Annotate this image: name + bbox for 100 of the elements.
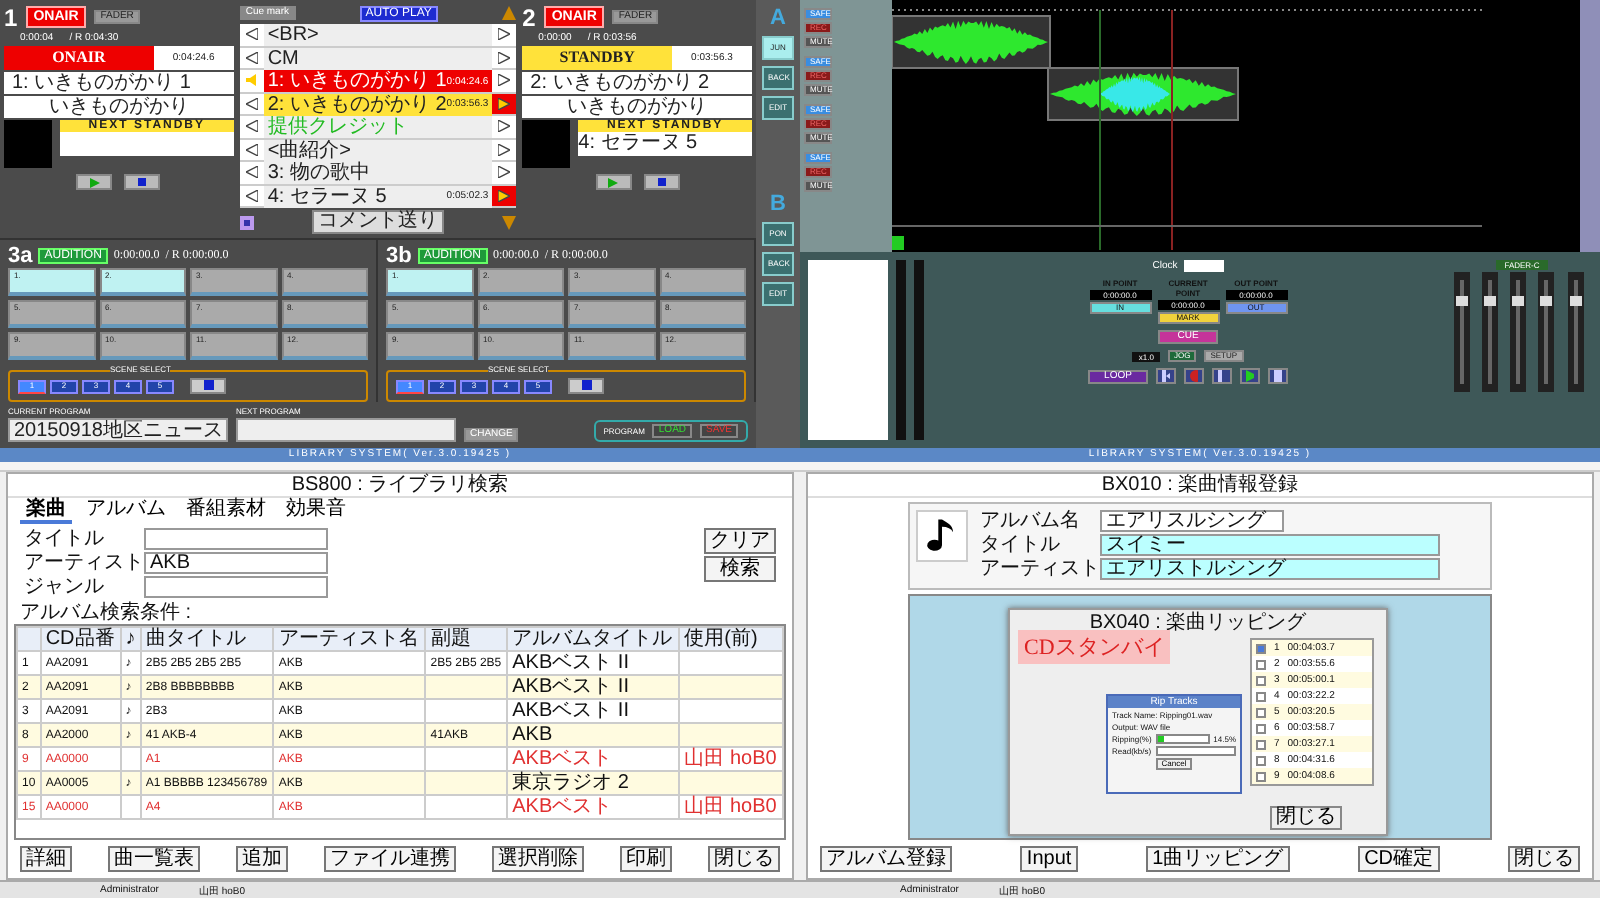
clear-button[interactable]: クリア <box>704 528 776 554</box>
track-checkbox[interactable] <box>1256 723 1266 733</box>
action-button[interactable]: 追加 <box>236 846 288 872</box>
column-header: CD品番 <box>40 627 121 651</box>
pause-icon <box>1218 370 1226 382</box>
screen-title: BS800 : ライブラリ検索 <box>291 474 509 496</box>
read-rate-field <box>1155 746 1236 756</box>
stop-icon <box>657 178 666 186</box>
transport-button[interactable] <box>1240 368 1260 384</box>
playlist-item: 3: 物の歌中 <box>267 162 370 184</box>
table-cell <box>679 771 783 795</box>
input-field[interactable] <box>144 528 328 550</box>
table-cell: AKBベスト II <box>507 675 680 699</box>
stop-button[interactable] <box>124 174 161 190</box>
search-button[interactable]: 検索 <box>704 556 776 582</box>
panel-number: 3a <box>8 243 33 267</box>
panel-number: 3b <box>386 243 412 267</box>
playlist-item: 提供クレジット <box>267 116 408 138</box>
skip-back-icon <box>1162 370 1170 382</box>
playlist-item: <BR> <box>267 24 319 46</box>
input-field[interactable]: AKB <box>144 552 328 574</box>
column-header: 副題 <box>425 627 508 651</box>
bank-label: B <box>770 192 786 216</box>
field-label: ジャンル <box>24 576 106 598</box>
action-button[interactable]: アルバム登録 <box>820 846 952 872</box>
column-header: アルバムタイトル <box>507 627 680 651</box>
deck-number: 2 <box>522 3 536 31</box>
up-arrow-icon <box>502 6 517 20</box>
field-label: アーティスト <box>980 558 1092 580</box>
input-field[interactable] <box>144 576 328 598</box>
track-checkbox[interactable] <box>1256 691 1266 701</box>
playlist-item: 4: セラーヌ 5 <box>267 185 387 207</box>
tab[interactable]: 効果音 <box>280 498 352 524</box>
action-button[interactable]: CD確定 <box>1358 846 1440 872</box>
transport-button[interactable] <box>1268 368 1288 384</box>
stop-button[interactable] <box>190 378 226 394</box>
field-label: アーティスト <box>24 552 136 574</box>
down-arrow-icon <box>502 215 517 229</box>
table-cell: 山田 hoB0 <box>679 795 783 819</box>
field-label: アルバム名 <box>980 510 1082 532</box>
comment-button[interactable]: コメント送り <box>311 210 444 234</box>
input-field: スイミー <box>1100 534 1440 556</box>
input-field: エアリストルシング <box>1100 558 1440 580</box>
stop-button[interactable] <box>568 378 604 394</box>
deck-status: STANDBY <box>522 46 672 70</box>
next-track: 4: セラーヌ 5 <box>578 132 698 154</box>
column-header: 曲タイトル <box>140 627 274 651</box>
table-cell <box>120 795 141 819</box>
artist-name: いきものがかり <box>567 96 708 118</box>
playlist-item: <曲紹介> <box>267 139 352 161</box>
table-cell: AKB <box>507 723 680 747</box>
album-field: エアリスルシング <box>1100 510 1284 532</box>
action-button[interactable]: 閉じる <box>1507 846 1580 872</box>
transport-button[interactable] <box>1212 368 1232 384</box>
action-button[interactable]: 詳細 <box>20 846 72 872</box>
square-icon <box>239 215 254 229</box>
play-button[interactable] <box>76 174 113 190</box>
table-cell <box>425 795 508 819</box>
play-icon <box>1246 370 1254 382</box>
action-button[interactable]: ファイル連携 <box>324 846 456 872</box>
search-condition-label: アルバム検索条件 : <box>20 602 192 624</box>
track-title: 2: いきものがかり 2 <box>530 72 710 94</box>
bank-label: A <box>770 6 786 30</box>
cd-standby-label: CDスタンバイ <box>1018 630 1171 664</box>
dialog-title: BX040 : 楽曲リッピング <box>1089 612 1307 634</box>
video-preview <box>4 120 52 168</box>
transport-button[interactable] <box>1156 368 1176 384</box>
column-header: アーティスト名 <box>273 627 426 651</box>
clock-field[interactable] <box>1183 260 1224 272</box>
column-header: 使用(前) <box>679 627 783 651</box>
track-checkbox[interactable] <box>1256 659 1266 669</box>
action-button[interactable]: 1曲リッピング <box>1146 846 1290 872</box>
action-button[interactable]: 印刷 <box>620 846 672 872</box>
scrollbar[interactable] <box>1580 0 1600 252</box>
tab[interactable]: アルバム <box>80 498 172 524</box>
tab[interactable]: 番組素材 <box>180 498 272 524</box>
play-button[interactable] <box>595 174 632 190</box>
stop-button[interactable] <box>643 174 680 190</box>
playlist-item: CM <box>267 47 299 69</box>
track-checkbox[interactable] <box>1256 755 1266 765</box>
playlist-item: 2: いきものがかり 2 <box>267 93 447 115</box>
music-note-icon <box>916 510 968 562</box>
table-header <box>17 627 41 651</box>
action-button[interactable]: 曲一覧表 <box>108 846 200 872</box>
action-button[interactable]: 選択削除 <box>492 846 584 872</box>
progress-bar <box>1155 734 1210 744</box>
record-icon <box>1190 370 1198 382</box>
stop-icon <box>1274 370 1282 382</box>
stop-icon <box>138 178 147 186</box>
next-program-field[interactable] <box>236 418 456 442</box>
action-button[interactable]: Input <box>1020 846 1078 872</box>
action-button[interactable]: 閉じる <box>708 846 780 872</box>
table-cell <box>679 675 783 699</box>
close-button[interactable]: 閉じる <box>1270 806 1342 830</box>
transport-button[interactable] <box>1184 368 1204 384</box>
field-label: タイトル <box>24 528 106 550</box>
current-program-field: 20150918地区ニュース <box>8 418 228 442</box>
tab[interactable]: 楽曲 <box>20 498 72 524</box>
screen-title: BX010 : 楽曲情報登録 <box>1101 474 1299 496</box>
track-title: 1: いきものがかり 1 <box>12 72 191 94</box>
